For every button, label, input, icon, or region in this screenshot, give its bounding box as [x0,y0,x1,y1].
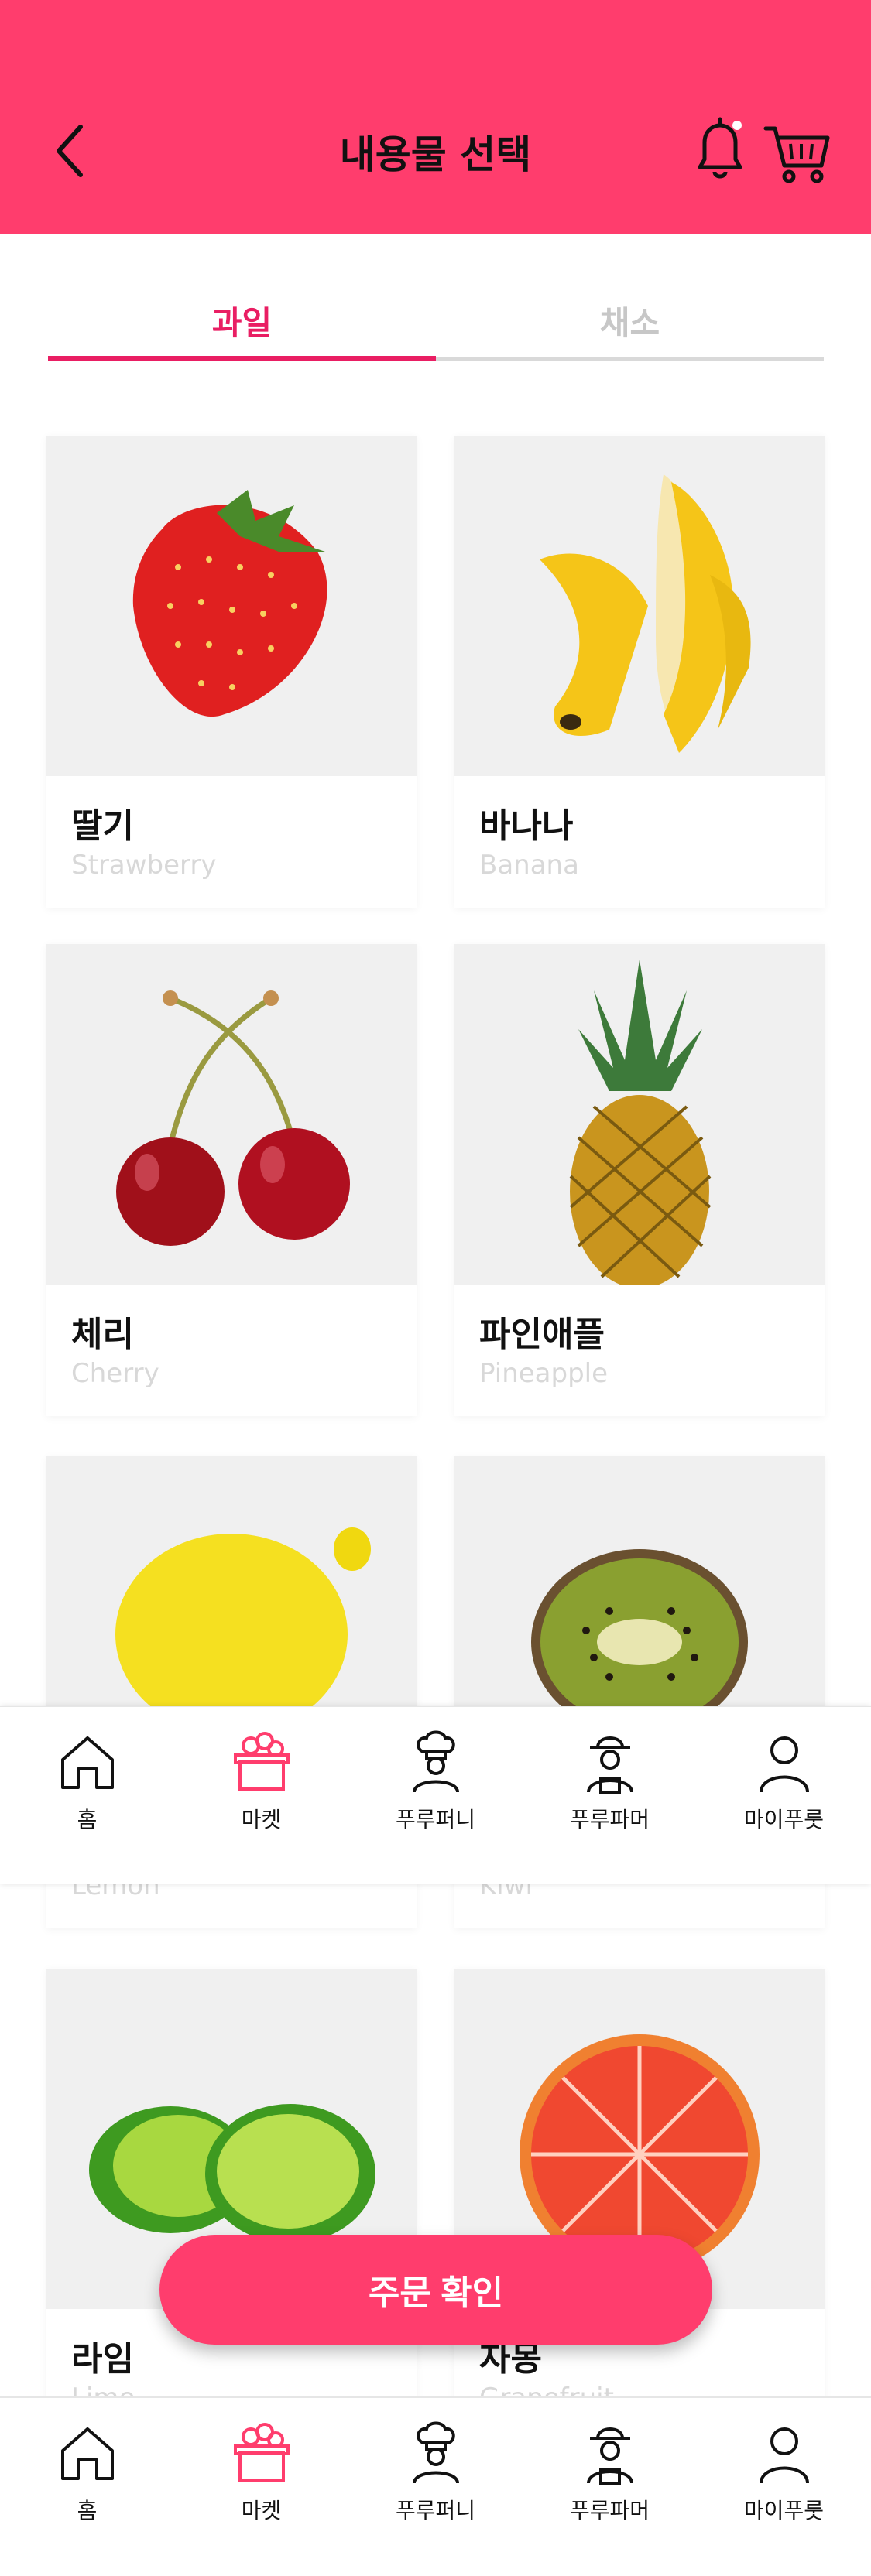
cherry-image [46,944,417,1285]
cart-button[interactable] [763,118,832,187]
bell-icon [698,117,742,179]
banana-image [454,436,825,776]
nav-farmer[interactable]: 푸루파머 [523,1707,697,1884]
market-icon [233,2423,290,2482]
tab-vegetable[interactable]: 채소 [436,286,824,361]
nav-label: 푸루퍼니 [395,2498,476,2523]
tab-fruit[interactable]: 과일 [48,286,436,361]
nav-farmer[interactable]: 푸루파머 [523,2398,697,2576]
product-english-name: Pineapple [479,1358,609,1389]
nav-market[interactable]: 마켓 [174,1707,348,1884]
nav-my[interactable]: 마이푸룻 [697,2398,871,2576]
product-card-banana[interactable]: 바나나 Banana [454,436,825,908]
product-card-strawberry[interactable]: 딸기 Strawberry [46,436,417,908]
product-card-cherry[interactable]: 체리 Cherry [46,944,417,1416]
product-card-pineapple[interactable]: 파인애플 Pineapple [454,944,825,1416]
pineapple-image [454,944,825,1285]
product-name: 체리 [71,1315,134,1354]
person-icon [759,1736,809,1793]
product-english-name: Banana [479,850,579,881]
chef-icon [412,2421,459,2484]
product-english-name: Cherry [71,1358,159,1389]
chef-icon [412,1730,459,1793]
cart-icon [763,126,830,183]
order-confirm-button[interactable]: 주문 확인 [159,2235,712,2345]
market-icon [233,1732,290,1791]
nav-label: 홈 [77,1807,98,1832]
farmer-icon [586,2427,633,2485]
nav-chef[interactable]: 푸루퍼니 [348,2398,523,2576]
nav-market[interactable]: 마켓 [174,2398,348,2576]
tab-bar-overlay: 홈 마켓 푸루퍼니 푸루파머 마이푸룻 [0,1706,871,1884]
category-tabs: 과일 채소 [48,286,824,361]
app-header: 내용물 선택 [0,0,871,234]
nav-home[interactable]: 홈 [0,2398,174,2576]
nav-label: 마이푸룻 [743,2498,825,2523]
nav-label: 마이푸룻 [743,1807,825,1832]
home-icon [60,1736,114,1789]
product-english-name: Strawberry [71,850,217,881]
nav-home[interactable]: 홈 [0,1707,174,1884]
product-name: 바나나 [479,806,574,846]
nav-chef[interactable]: 푸루퍼니 [348,1707,523,1884]
nav-label: 푸루파머 [569,1807,650,1832]
strawberry-image [46,436,417,776]
nav-label: 홈 [77,2498,98,2523]
nav-label: 푸루파머 [569,2498,650,2523]
product-name: 딸기 [71,806,134,846]
person-icon [759,2427,809,2484]
notification-button[interactable] [689,115,751,184]
product-name: 라임 [71,2339,134,2379]
home-icon [60,2427,114,2480]
farmer-icon [586,1736,633,1794]
nav-my[interactable]: 마이푸룻 [697,1707,871,1884]
product-name: 파인애플 [479,1315,605,1354]
nav-label: 마켓 [241,2498,282,2523]
nav-label: 푸루퍼니 [395,1807,476,1832]
nav-label: 마켓 [241,1807,282,1832]
bottom-tab-bar: 홈 마켓 푸루퍼니 푸루파머 마이푸룻 [0,2396,871,2576]
